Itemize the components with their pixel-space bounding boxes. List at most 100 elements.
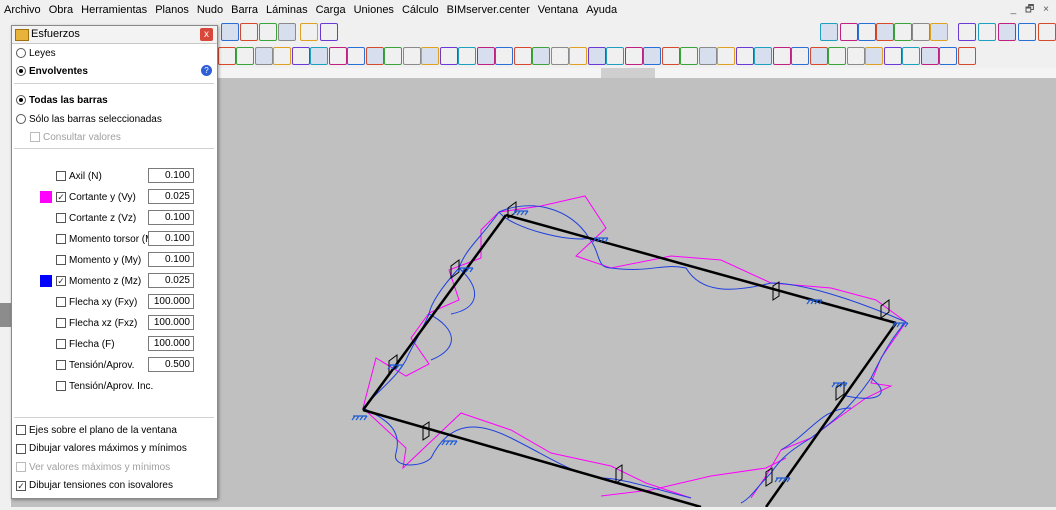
- scrollbar-thumb[interactable]: [601, 68, 655, 78]
- checkbox-icon[interactable]: [30, 132, 40, 142]
- effort-checkbox-8[interactable]: Flecha (F): [56, 335, 115, 353]
- menu-item-nudo[interactable]: Nudo: [193, 4, 227, 16]
- radio-icon[interactable]: [16, 114, 26, 124]
- effort-scale-input[interactable]: 0.500: [148, 357, 194, 372]
- menu-item-cálculo[interactable]: Cálculo: [398, 4, 443, 16]
- toolbar-tool-icon[interactable]: [810, 47, 828, 65]
- toolbar-tool-icon[interactable]: [278, 23, 296, 41]
- toolbar-tool-icon[interactable]: [218, 47, 236, 65]
- toolbar-tool-icon[interactable]: [551, 47, 569, 65]
- mode-envolventes-radio[interactable]: Envolventes: [16, 62, 88, 80]
- menu-item-obra[interactable]: Obra: [45, 4, 77, 16]
- menu-item-carga[interactable]: Carga: [312, 4, 350, 16]
- menu-item-planos[interactable]: Planos: [151, 4, 193, 16]
- effort-checkbox-10[interactable]: Tensión/Aprov. Inc.: [56, 377, 153, 395]
- toolbar-tool-icon[interactable]: [495, 47, 513, 65]
- menu-item-herramientas[interactable]: Herramientas: [77, 4, 151, 16]
- mode-leyes-radio[interactable]: Leyes: [16, 44, 56, 62]
- effort-scale-input[interactable]: 100.000: [148, 294, 194, 309]
- consult-values-checkbox[interactable]: Consultar valores: [30, 128, 121, 146]
- effort-checkbox-5[interactable]: ✓ Momento z (Mz): [56, 272, 141, 290]
- toolbar-tool-icon[interactable]: [240, 23, 258, 41]
- toolbar-tool-icon[interactable]: [847, 47, 865, 65]
- effort-checkbox-4[interactable]: Momento y (My): [56, 251, 141, 269]
- toolbar-tool-icon[interactable]: [902, 47, 920, 65]
- help-icon[interactable]: ?: [201, 65, 212, 76]
- menu-item-ventana[interactable]: Ventana: [534, 4, 582, 16]
- checkbox-icon[interactable]: [56, 381, 66, 391]
- radio-icon[interactable]: [16, 48, 26, 58]
- effort-checkbox-1[interactable]: ✓ Cortante y (Vy): [56, 188, 136, 206]
- checkbox-icon[interactable]: [56, 234, 66, 244]
- checkbox-icon[interactable]: ✓: [56, 192, 66, 202]
- toolbar-tool-icon[interactable]: [680, 47, 698, 65]
- checkbox-icon[interactable]: [56, 339, 66, 349]
- toolbar-tool-icon[interactable]: [236, 47, 254, 65]
- toolbar-tool-icon[interactable]: [440, 47, 458, 65]
- menu-item-bimserver-center[interactable]: BIMserver.center: [443, 4, 534, 16]
- side-tab[interactable]: [0, 303, 11, 327]
- toolbar-tool-icon[interactable]: [773, 47, 791, 65]
- checkbox-icon[interactable]: [16, 425, 26, 435]
- effort-checkbox-3[interactable]: Momento torsor (Mt): [56, 230, 160, 248]
- effort-scale-input[interactable]: 0.025: [148, 189, 194, 204]
- panel-title-bar[interactable]: Esfuerzos x: [12, 26, 217, 44]
- toolbar-tool-icon[interactable]: [255, 47, 273, 65]
- toolbar-tool-icon[interactable]: [736, 47, 754, 65]
- toolbar-tool-icon[interactable]: [958, 23, 976, 41]
- toolbar-tool-icon[interactable]: [912, 23, 930, 41]
- toolbar-tool-icon[interactable]: [403, 47, 421, 65]
- toolbar-tool-icon[interactable]: [1018, 23, 1036, 41]
- effort-scale-input[interactable]: 100.000: [148, 336, 194, 351]
- toolbar-tool-icon[interactable]: [1038, 23, 1056, 41]
- toolbar-tool-icon[interactable]: [978, 23, 996, 41]
- toolbar-tool-icon[interactable]: [791, 47, 809, 65]
- toolbar-tool-icon[interactable]: [514, 47, 532, 65]
- radio-icon[interactable]: [16, 66, 26, 76]
- toolbar-tool-icon[interactable]: [458, 47, 476, 65]
- scope-selected-radio[interactable]: Sólo las barras seleccionadas: [16, 110, 162, 128]
- toolbar-tool-icon[interactable]: [939, 47, 957, 65]
- radio-icon[interactable]: [16, 95, 26, 105]
- toolbar-tool-icon[interactable]: [958, 47, 976, 65]
- checkbox-icon[interactable]: ✓: [56, 276, 66, 286]
- checkbox-icon[interactable]: ✓: [16, 480, 26, 491]
- checkbox-icon[interactable]: [56, 255, 66, 265]
- effort-scale-input[interactable]: 0.100: [148, 168, 194, 183]
- effort-checkbox-9[interactable]: Tensión/Aprov.: [56, 356, 134, 374]
- effort-scale-input[interactable]: 0.100: [148, 252, 194, 267]
- toolbar-tool-icon[interactable]: [292, 47, 310, 65]
- checkbox-icon[interactable]: [16, 462, 26, 472]
- toolbar-tool-icon[interactable]: [477, 47, 495, 65]
- toolbar-tool-icon[interactable]: [329, 47, 347, 65]
- toolbar-tool-icon[interactable]: [273, 47, 291, 65]
- toolbar-tool-icon[interactable]: [366, 47, 384, 65]
- toolbar-tool-icon[interactable]: [320, 23, 338, 41]
- toolbar-tool-icon[interactable]: [717, 47, 735, 65]
- toolbar-tool-icon[interactable]: [259, 23, 277, 41]
- menu-item-ayuda[interactable]: Ayuda: [582, 4, 621, 16]
- toolbar-tool-icon[interactable]: [421, 47, 439, 65]
- effort-checkbox-6[interactable]: Flecha xy (Fxy): [56, 293, 137, 311]
- checkbox-icon[interactable]: [56, 213, 66, 223]
- toolbar-tool-icon[interactable]: [998, 23, 1016, 41]
- effort-scale-input[interactable]: 0.025: [148, 273, 194, 288]
- toolbar-tool-icon[interactable]: [840, 23, 858, 41]
- toolbar-tool-icon[interactable]: [921, 47, 939, 65]
- menu-item-archivo[interactable]: Archivo: [0, 4, 45, 16]
- checkbox-icon[interactable]: [56, 318, 66, 328]
- toolbar-tool-icon[interactable]: [588, 47, 606, 65]
- checkbox-icon[interactable]: [56, 171, 66, 181]
- option-checkbox-1[interactable]: Dibujar valores máximos y mínimos: [16, 440, 187, 458]
- option-checkbox-0[interactable]: Ejes sobre el plano de la ventana: [16, 421, 177, 439]
- toolbar-tool-icon[interactable]: [606, 47, 624, 65]
- close-button[interactable]: x: [200, 28, 213, 41]
- effort-scale-input[interactable]: 100.000: [148, 315, 194, 330]
- checkbox-icon[interactable]: [56, 297, 66, 307]
- effort-scale-input[interactable]: 0.100: [148, 231, 194, 246]
- toolbar-tool-icon[interactable]: [662, 47, 680, 65]
- toolbar-tool-icon[interactable]: [625, 47, 643, 65]
- checkbox-icon[interactable]: [56, 360, 66, 370]
- effort-checkbox-7[interactable]: Flecha xz (Fxz): [56, 314, 137, 332]
- toolbar-tool-icon[interactable]: [221, 23, 239, 41]
